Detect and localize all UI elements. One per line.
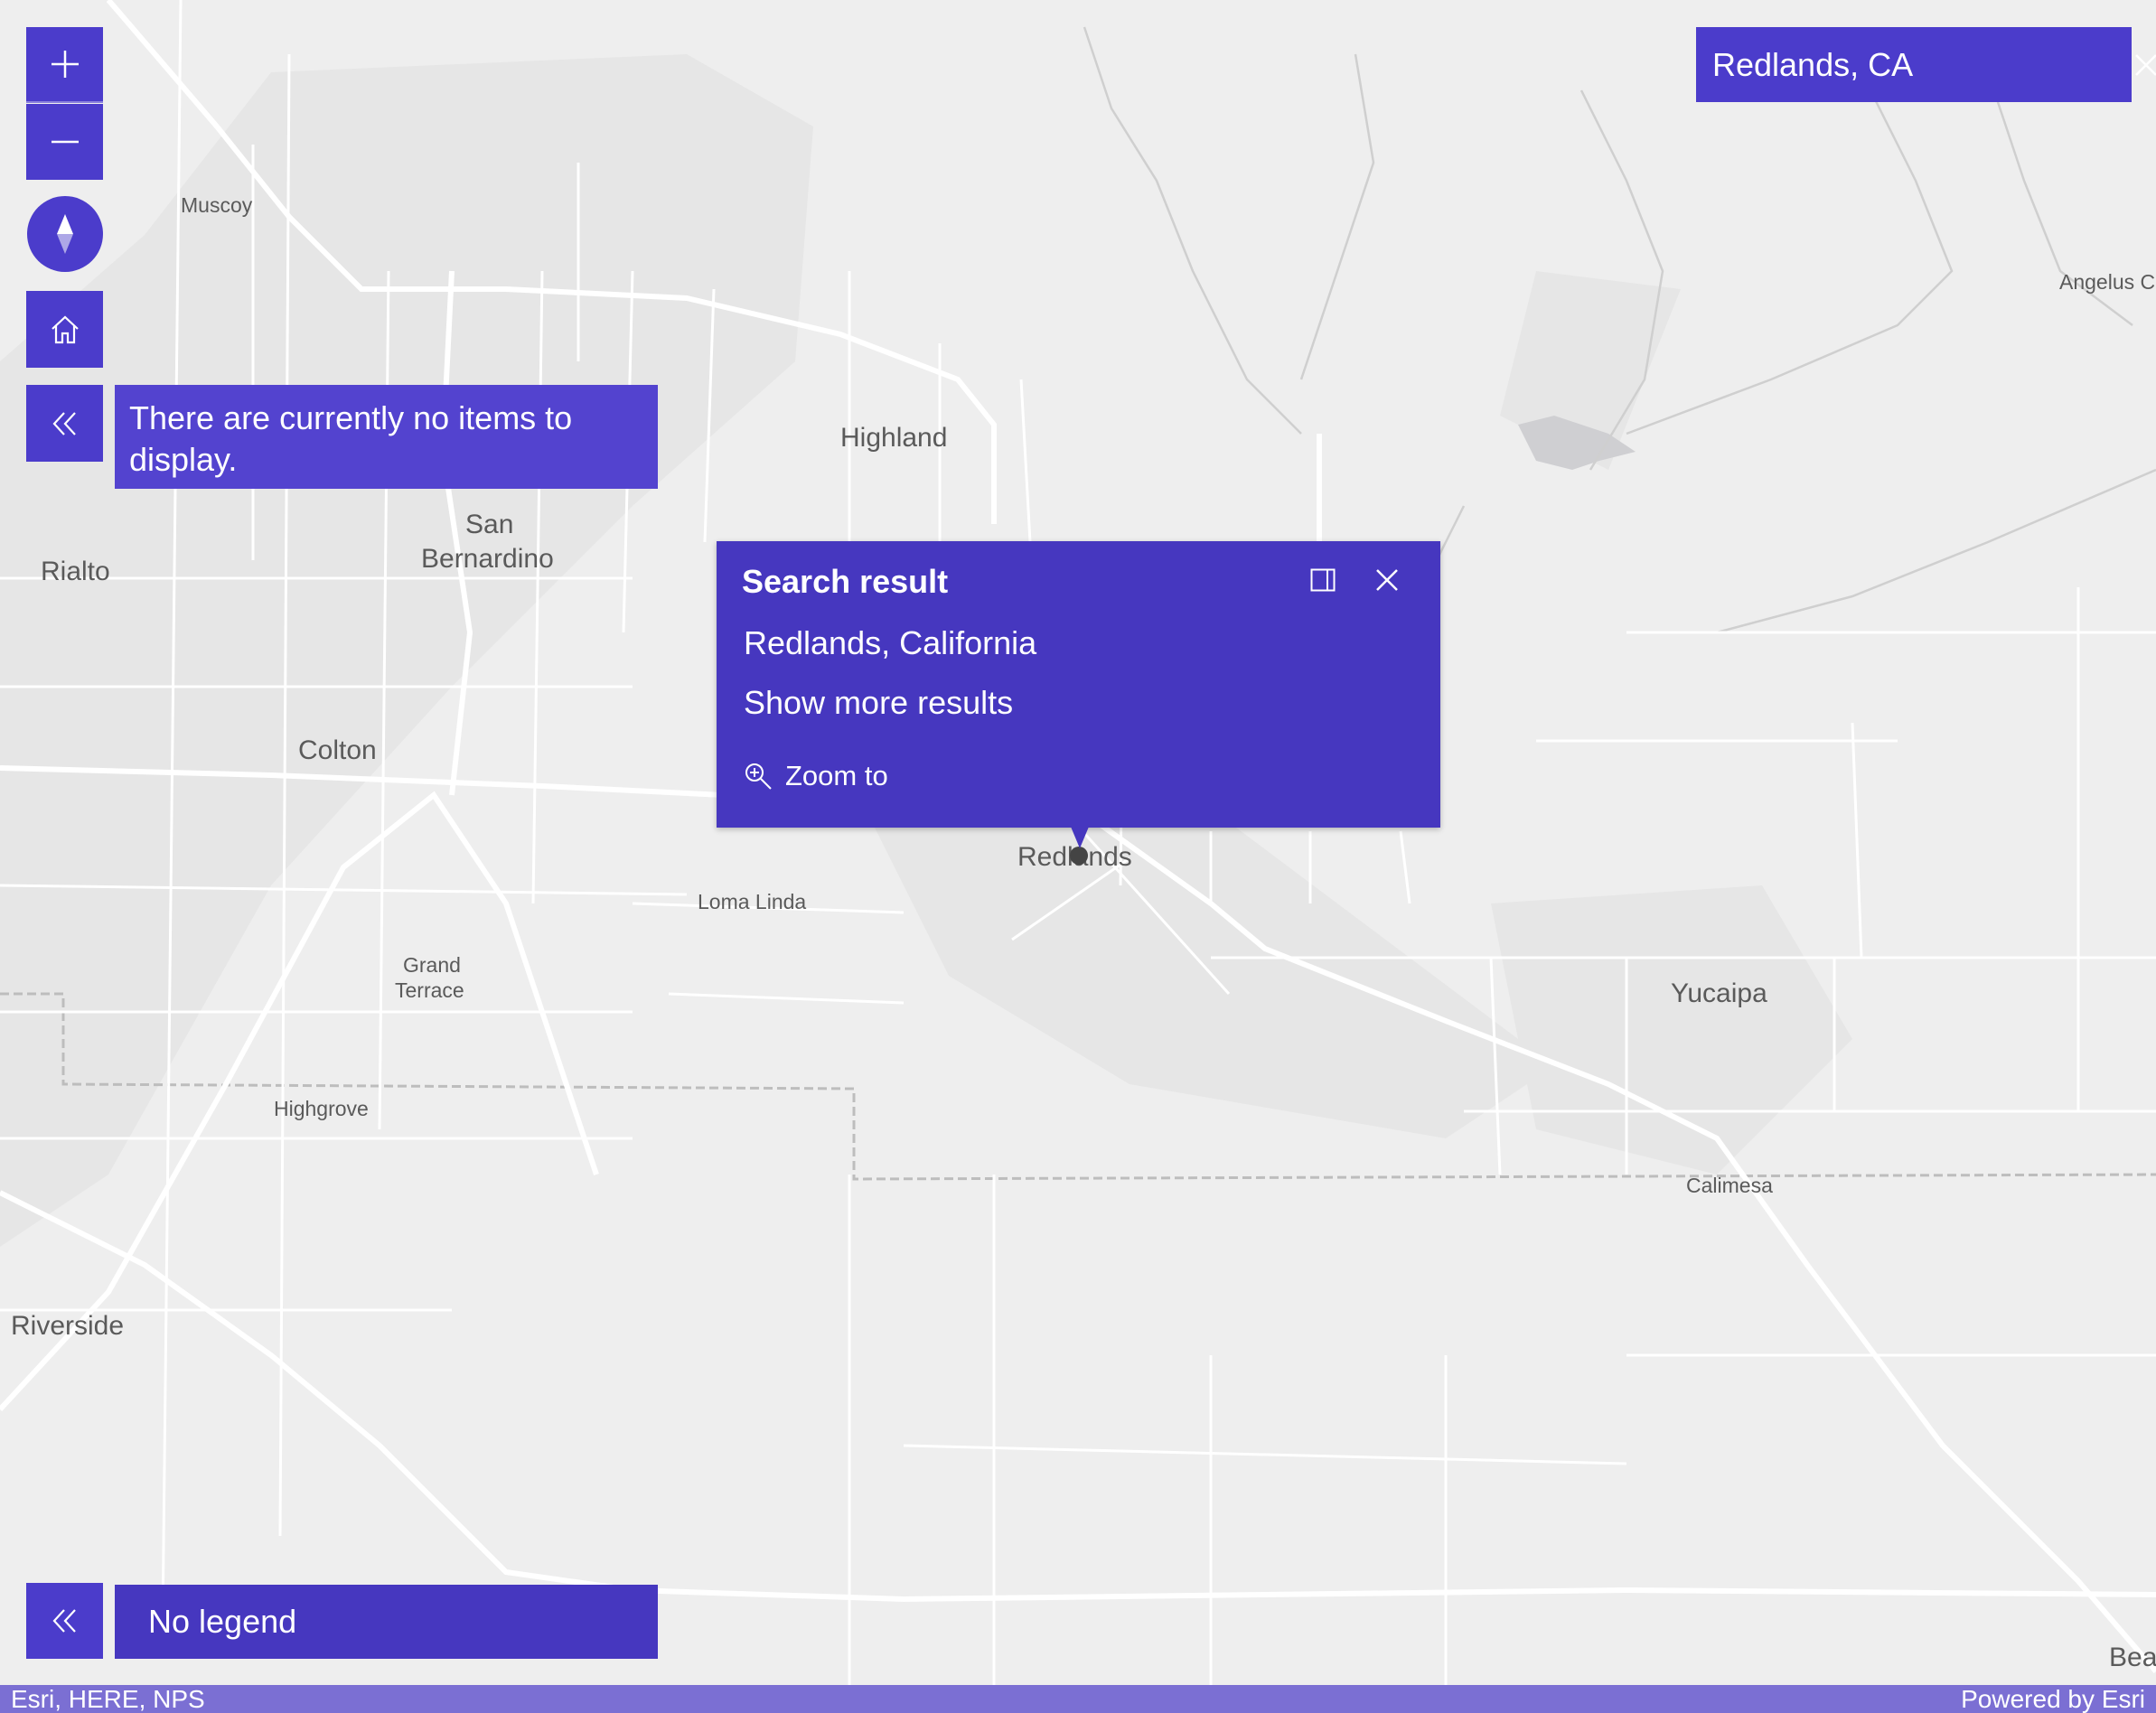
close-icon: [1376, 569, 1398, 591]
compass-button[interactable]: [27, 196, 103, 272]
popup-dock-button[interactable]: [1300, 557, 1345, 603]
label-highgrove: Highgrove: [274, 1097, 369, 1120]
powered-by-esri[interactable]: Powered by Esri: [1961, 1685, 2145, 1713]
attribution-sources[interactable]: Esri, HERE, NPS: [11, 1685, 205, 1713]
label-colton: Colton: [298, 735, 377, 765]
plus-icon: [51, 51, 79, 78]
label-riverside: Riverside: [11, 1311, 124, 1341]
legend-panel: No legend: [115, 1585, 658, 1659]
zoom-in-button[interactable]: [26, 27, 103, 103]
popup-title: Search result: [742, 563, 949, 600]
search-result-popup: Search result Redlands, California Show …: [717, 541, 1440, 828]
popup-pointer: [1071, 827, 1089, 848]
chevrons-left-icon: [52, 1609, 76, 1633]
search-input[interactable]: [1696, 26, 2134, 103]
home-icon: [51, 314, 79, 343]
basemap[interactable]: Muscoy Highland San Bernardino Rialto Co…: [0, 0, 2156, 1713]
zoom-to-label: Zoom to: [785, 760, 888, 791]
search-widget: [1696, 26, 2156, 103]
label-muscoy: Muscoy: [181, 193, 253, 217]
label-angelus: Angelus C: [2059, 270, 2155, 294]
label-loma-linda: Loma Linda: [698, 890, 806, 913]
search-result-marker[interactable]: [1070, 847, 1088, 865]
zoom-out-button[interactable]: [26, 104, 103, 180]
popup-location: Redlands, California: [744, 624, 1037, 661]
layer-list-message: There are currently no items to display.: [129, 399, 573, 478]
zoom-in-icon: [745, 763, 772, 790]
search-clear-button[interactable]: [2134, 27, 2156, 102]
layer-list-panel: There are currently no items to display.: [115, 385, 658, 489]
layer-list-collapse-button[interactable]: [26, 385, 103, 462]
label-san: San: [465, 510, 513, 539]
label-terrace: Terrace: [395, 978, 464, 1002]
attribution-bar: Esri, HERE, NPS Powered by Esri: [0, 1685, 2156, 1713]
label-rialto: Rialto: [41, 557, 110, 586]
legend-message: No legend: [148, 1603, 297, 1640]
close-icon: [2135, 53, 2156, 76]
chevrons-left-icon: [52, 411, 76, 435]
popup-close-button[interactable]: [1364, 557, 1410, 603]
label-calimesa: Calimesa: [1686, 1174, 1773, 1197]
label-bea: Bea: [2109, 1643, 2156, 1672]
label-bernardino: Bernardino: [421, 544, 554, 574]
zoom-to-action[interactable]: Zoom to: [744, 760, 888, 792]
home-button[interactable]: [26, 291, 103, 368]
label-grand: Grand: [403, 953, 461, 977]
minus-icon: [51, 140, 79, 144]
label-yucaipa: Yucaipa: [1671, 978, 1767, 1008]
dock-icon: [1310, 568, 1336, 592]
legend-collapse-button[interactable]: [26, 1583, 103, 1659]
label-highland: Highland: [840, 423, 947, 453]
show-more-results-link[interactable]: Show more results: [744, 684, 1013, 722]
compass-icon: [57, 214, 73, 254]
